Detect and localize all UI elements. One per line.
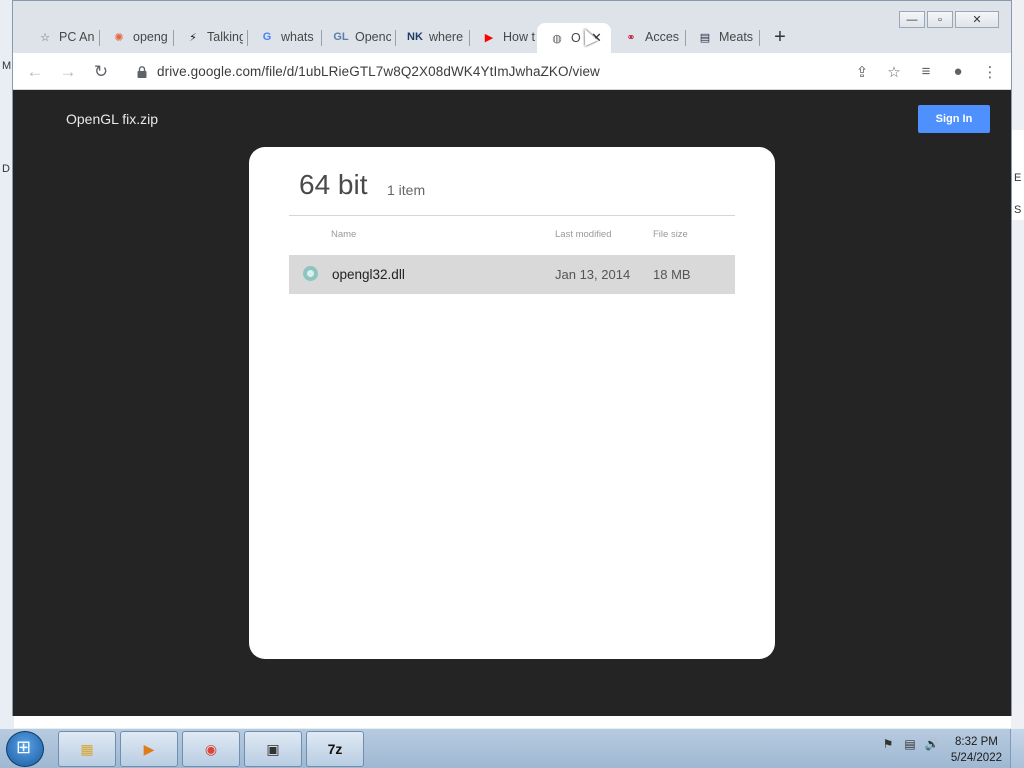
reload-button[interactable]: ↻ [89,60,113,84]
link-icon: ⚭ [626,31,636,44]
tab-title: openg [133,30,168,44]
network-app-icon: ▣ [266,740,280,757]
folder-icon: ▦ [80,740,94,757]
taskbar-7zip[interactable]: 7z [306,731,364,767]
tab-title: PC An [59,30,95,44]
media-control-icon[interactable]: ≡ [917,63,935,80]
lock-icon [137,65,147,78]
tab-strip: ☆ PC An ✺ openg ⚡ Talking G whats GL Ope… [13,23,1011,53]
tab-title: Talking [207,30,243,44]
media-player-icon: ▶ [143,740,155,757]
show-desktop-button[interactable] [1010,729,1024,768]
tab-title: Acces [645,30,680,44]
back-button[interactable]: ← [23,60,47,84]
gear-flower-icon: ✺ [114,31,124,44]
lightning-icon: ⚡ [189,31,197,44]
file-size: 18 MB [653,267,691,282]
new-tab-button[interactable]: + [769,27,791,49]
taskbar-chrome[interactable]: ◉ [182,731,240,767]
file-name: opengl32.dll [332,267,405,282]
tab-separator [759,30,760,46]
profile-avatar-icon[interactable]: ● [949,63,967,80]
desktop-right-edge: E S [1011,0,1024,728]
column-header-size: File size [653,229,688,240]
clock-date: 5/24/2022 [950,752,1002,764]
globe-icon: ◍ [552,32,562,45]
start-button[interactable] [6,731,44,767]
chrome-icon: ◉ [204,740,218,757]
column-header-modified: Last modified [555,229,612,240]
desktop-text-d: D [2,163,10,175]
omnibox-actions: ⇪ ☆ ≡ ● ⋮ [853,57,1005,86]
drive-viewer: OpenGL fix.zip Sign In 64 bit 1 item Nam… [13,90,1011,716]
youtube-icon: ▶ [484,31,494,44]
chrome-menu-icon[interactable]: ⋮ [981,63,999,81]
seven-zip-icon: 7z [327,741,343,757]
sign-in-button[interactable]: Sign In [918,105,990,133]
column-header-name: Name [331,229,357,240]
volume-icon[interactable]: 🔊 [924,737,940,753]
desktop-text-m: M [2,60,12,72]
meats-icon: ▤ [699,31,711,44]
tab-pc-an[interactable]: ☆ PC An [25,23,99,51]
bookmark-star-icon[interactable]: ☆ [885,63,903,81]
share-icon[interactable]: ⇪ [853,63,871,81]
action-center-flag-icon[interactable]: ⚑ [880,737,896,753]
forward-button[interactable]: → [56,60,80,84]
archive-title: OpenGL fix.zip [66,111,159,127]
browser-toolbar: ← → ↻ drive.google.com/file/d/1ubLRieGTL… [13,53,1011,90]
tab-openg[interactable]: ✺ openg [99,23,173,51]
file-modified: Jan 13, 2014 [555,267,631,282]
gl-icon: GL [333,31,349,43]
clock[interactable]: 8:32 PM 5/24/2022 [951,734,1002,766]
taskbar-network[interactable]: ▣ [244,731,302,767]
taskbar: ▦ ▶ ◉ ▣ 7z ⚑ ▤ 🔊 8:32 PM 5/24/2022 [0,728,1024,768]
tab-title: where [429,30,464,44]
chrome-window: — ▫ ✕ ☆ PC An ✺ openg ⚡ Talking G whats … [12,0,1012,716]
desktop-text-s: S [1014,204,1022,216]
tab-title: How t [503,30,535,44]
star-icon: ☆ [40,31,50,44]
network-tray-icon[interactable]: ▤ [902,737,918,753]
address-bar[interactable]: drive.google.com/file/d/1ubLRieGTL7w8Q2X… [129,57,1005,86]
system-tray: ⚑ ▤ 🔊 [880,737,940,753]
desktop-text-e: E [1014,172,1022,184]
tab-openc[interactable]: GL Openc [321,23,395,51]
taskbar-media-player[interactable]: ▶ [120,731,178,767]
folder-name: 64 bit [299,169,368,200]
tab-title: Meats [719,30,754,44]
clock-time: 8:32 PM [955,736,998,748]
taskbar-explorer[interactable]: ▦ [58,731,116,767]
tab-talking[interactable]: ⚡ Talking [173,23,247,51]
tab-active-o[interactable]: ◍ O ✕ [537,23,611,53]
dll-file-icon [303,266,318,281]
tab-meats[interactable]: ▤ Meats [685,23,759,51]
zip-contents-card: 64 bit 1 item Name Last modified File si… [249,147,775,659]
google-icon: G [262,31,272,43]
tab-title: whats [281,30,314,44]
tab-where[interactable]: NK where [395,23,469,51]
tab-how-t[interactable]: ▶ How t [469,23,543,51]
header-divider [289,215,735,216]
tab-acces[interactable]: ⚭ Acces [611,23,685,51]
file-row[interactable]: opengl32.dll Jan 13, 2014 18 MB [289,255,735,294]
url-text[interactable]: drive.google.com/file/d/1ubLRieGTL7w8Q2X… [157,64,600,79]
tab-title: Openc [355,30,391,44]
item-count: 1 item [387,182,426,198]
nk-icon: NK [407,31,423,43]
tab-whats[interactable]: G whats [247,23,321,51]
